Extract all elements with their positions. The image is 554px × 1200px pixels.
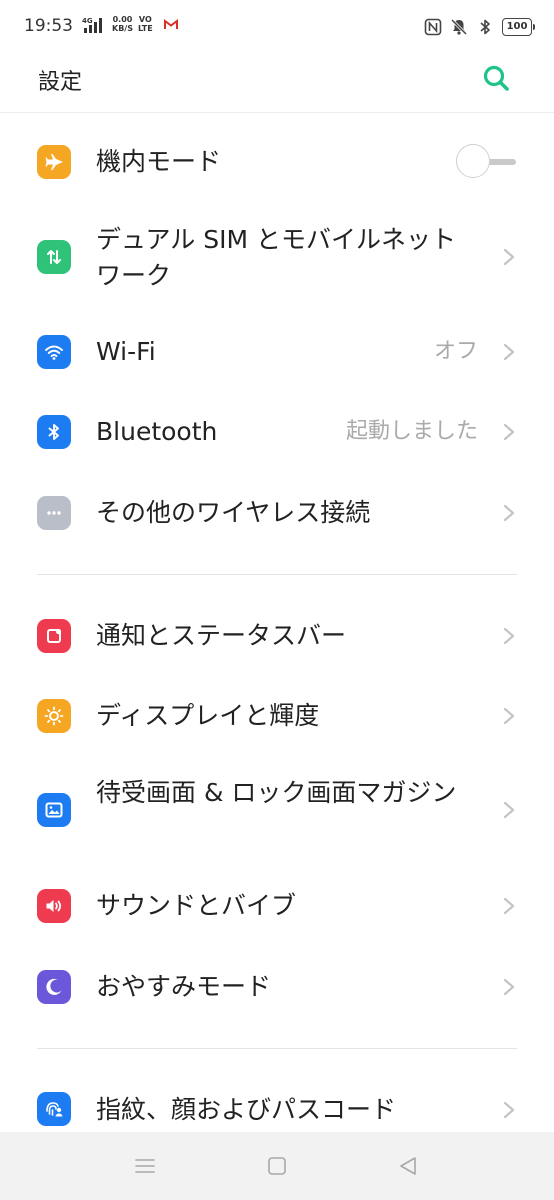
- bluetooth-icon: [37, 415, 71, 449]
- chevron-right-icon: [503, 978, 515, 996]
- chevron-right-icon: [503, 707, 515, 725]
- page-title: 設定: [38, 70, 83, 95]
- volte-bottom: LTE: [138, 24, 153, 33]
- bluetooth-icon: [480, 19, 490, 35]
- speed-unit: KB/S: [112, 24, 133, 33]
- settings-item-label: デュアル SIM とモバイルネットワーク: [96, 225, 456, 290]
- settings-item-bluetooth[interactable]: Bluetooth 起動しました: [0, 392, 554, 472]
- settings-item-label: サウンドとバイブ: [96, 891, 297, 920]
- status-bar: 19:53 4G 0.00 KB/S VO LTE 100: [0, 0, 554, 56]
- chevron-right-icon: [503, 627, 515, 645]
- more-icon: [37, 496, 71, 530]
- chevron-right-icon: [503, 248, 515, 266]
- nfc-icon: [424, 18, 442, 36]
- network-speed: 0.00 KB/S: [112, 15, 133, 33]
- airplane-mode-toggle[interactable]: [456, 142, 518, 182]
- fingerprint-face-icon: [37, 1092, 71, 1126]
- settings-item-label: Bluetooth: [96, 417, 218, 446]
- settings-item-wifi[interactable]: Wi-Fi オフ: [0, 312, 554, 392]
- battery-icon: 100: [502, 18, 535, 36]
- settings-item-label: 機内モード: [96, 147, 222, 176]
- settings-item-sound[interactable]: サウンドとバイブ: [0, 866, 554, 946]
- gmail-icon: [164, 19, 178, 29]
- section-divider: [37, 574, 517, 575]
- settings-item-label: その他のワイヤレス接続: [96, 498, 371, 527]
- status-icons-right: 100: [424, 16, 535, 38]
- navigation-bar: [0, 1132, 554, 1200]
- brightness-icon: [37, 699, 71, 733]
- chevron-right-icon: [503, 801, 515, 819]
- settings-item-dual-sim[interactable]: デュアル SIM とモバイルネットワーク: [0, 215, 554, 303]
- settings-item-display[interactable]: ディスプレイと輝度: [0, 676, 554, 756]
- volte-top: VO: [138, 15, 152, 24]
- wifi-status-value: オフ: [433, 339, 478, 364]
- wifi-icon: [37, 335, 71, 369]
- settings-item-label: おやすみモード: [96, 972, 272, 1001]
- network-label: 4G: [82, 17, 93, 25]
- settings-item-label: 待受画面 & ロック画面マガジン: [96, 778, 457, 807]
- settings-item-label: ディスプレイと輝度: [96, 701, 320, 730]
- app-header: 設定: [0, 56, 554, 113]
- section-divider: [37, 1048, 517, 1049]
- volte-indicator: VO LTE: [138, 15, 153, 33]
- home-icon[interactable]: [265, 1154, 289, 1178]
- notification-icon: [37, 619, 71, 653]
- settings-item-do-not-disturb[interactable]: おやすみモード: [0, 946, 554, 1026]
- status-time: 19:53: [24, 16, 73, 36]
- mobile-data-icon: [37, 240, 71, 274]
- settings-item-fingerprint-face-passcode[interactable]: 指紋、顔およびパスコード: [0, 1070, 554, 1132]
- signal-icon: 4G: [82, 17, 102, 33]
- chevron-right-icon: [503, 897, 515, 915]
- moon-icon: [37, 970, 71, 1004]
- chevron-right-icon: [503, 1101, 515, 1119]
- chevron-right-icon: [503, 343, 515, 361]
- wallpaper-icon: [37, 793, 71, 827]
- settings-item-label: Wi-Fi: [96, 337, 156, 366]
- settings-item-airplane-mode[interactable]: 機内モード: [0, 122, 554, 202]
- settings-item-label: 指紋、顔およびパスコード: [96, 1095, 397, 1124]
- chevron-right-icon: [503, 504, 515, 522]
- search-icon[interactable]: [480, 62, 512, 94]
- mute-icon: [450, 18, 468, 36]
- airplane-icon: [37, 145, 71, 179]
- sound-icon: [37, 889, 71, 923]
- settings-item-other-wireless[interactable]: その他のワイヤレス接続: [0, 472, 554, 552]
- speed-value: 0.00: [112, 15, 133, 24]
- menu-icon[interactable]: [133, 1154, 157, 1178]
- settings-item-wallpaper[interactable]: 待受画面 & ロック画面マガジン: [0, 768, 554, 856]
- chevron-right-icon: [503, 423, 515, 441]
- settings-item-notifications[interactable]: 通知とステータスバー: [0, 596, 554, 676]
- bluetooth-status-value: 起動しました: [345, 419, 478, 444]
- settings-item-label: 通知とステータスバー: [96, 621, 347, 650]
- back-icon[interactable]: [396, 1154, 420, 1178]
